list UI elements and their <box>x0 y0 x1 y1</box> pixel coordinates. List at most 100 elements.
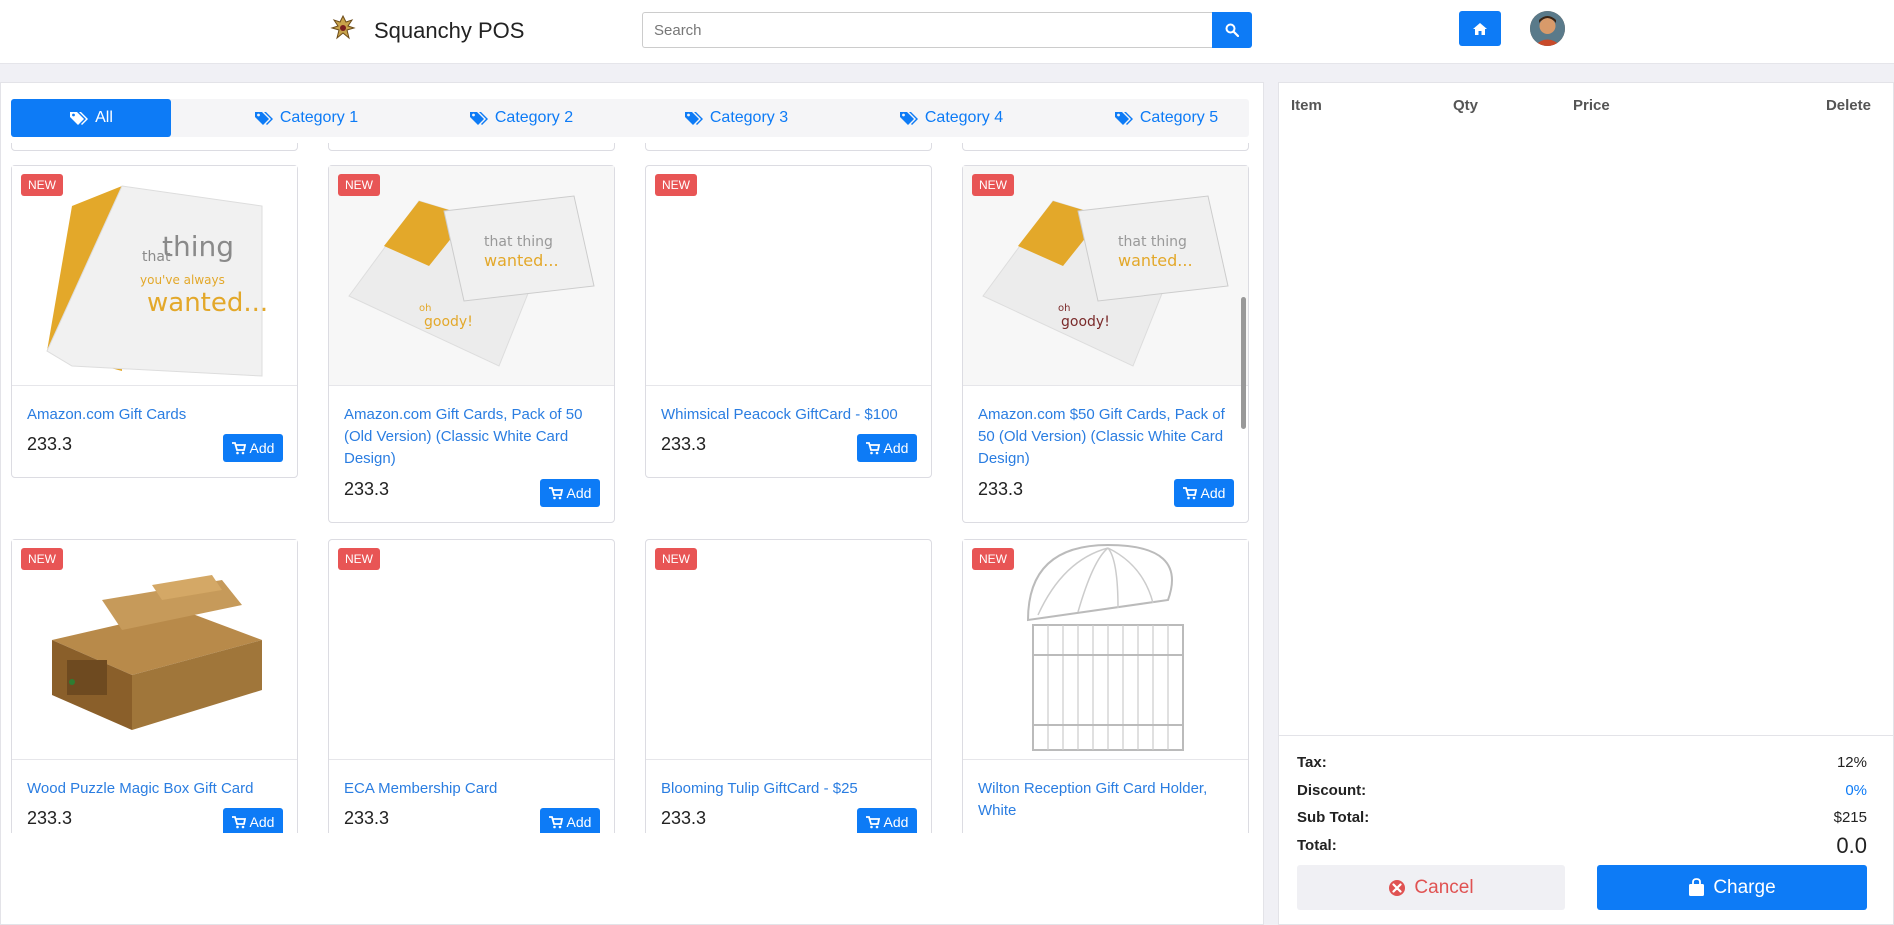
shopping-bag-icon <box>1689 878 1705 896</box>
add-to-cart-button[interactable]: Add <box>540 479 600 507</box>
product-card[interactable]: NEW Wilton Reception Gift Card Holder, W… <box>962 539 1249 833</box>
product-title[interactable]: ECA Membership Card <box>344 778 602 800</box>
tax-label: Tax: <box>1297 754 1327 771</box>
product-title[interactable]: Amazon.com Gift Cards <box>27 404 285 426</box>
product-card[interactable] <box>328 143 615 151</box>
tab-category-3[interactable]: Category 3 <box>656 99 816 137</box>
svg-text:that thing: that thing <box>1118 234 1187 250</box>
new-badge: NEW <box>21 174 63 196</box>
scrollbar[interactable] <box>1241 297 1246 429</box>
tab-category-2[interactable]: Category 2 <box>441 99 601 137</box>
cart-icon <box>231 441 246 454</box>
times-circle-icon <box>1389 879 1406 896</box>
tab-category-4[interactable]: Category 4 <box>871 99 1031 137</box>
product-card[interactable]: NEW Whimsical Peacock GiftCard - $100 23… <box>645 165 932 478</box>
product-image: NEW <box>646 540 931 760</box>
product-card[interactable]: NEW Blooming Tulip GiftCard - $25 233.3 … <box>645 539 932 833</box>
home-button[interactable] <box>1459 11 1501 46</box>
add-label: Add <box>249 440 275 456</box>
avatar[interactable] <box>1530 11 1565 46</box>
add-to-cart-button[interactable]: Add <box>540 808 600 833</box>
charge-button[interactable]: Charge <box>1597 865 1867 910</box>
tab-label: Category 1 <box>279 109 359 126</box>
add-to-cart-button[interactable]: Add <box>857 434 917 462</box>
product-image: NEW <box>329 540 614 760</box>
product-price: 233.3 <box>978 479 1024 499</box>
svg-text:wanted...: wanted... <box>147 288 268 318</box>
cart-icon <box>548 486 563 499</box>
product-image: NEW <box>963 540 1248 760</box>
cart-icon <box>1182 486 1197 499</box>
tab-label: Category 3 <box>709 109 789 126</box>
svg-text:goody!: goody! <box>424 314 473 330</box>
product-price: 233.3 <box>344 479 390 499</box>
product-grid[interactable]: that thing you've always wanted... NEW A… <box>1 143 1263 833</box>
charge-label: Charge <box>1713 876 1776 898</box>
new-badge: NEW <box>972 174 1014 196</box>
new-badge: NEW <box>338 174 380 196</box>
svg-text:oh: oh <box>419 303 431 314</box>
brand-title: Squanchy POS <box>374 18 525 43</box>
product-price: 233.3 <box>661 808 707 828</box>
wooden-box-icon <box>12 540 297 759</box>
product-card[interactable]: NEW ECA Membership Card 233.3 Add <box>328 539 615 833</box>
gift-card-folded-icon: that thing you've always wanted... <box>12 166 297 385</box>
search-icon <box>1225 23 1239 37</box>
add-label: Add <box>566 485 592 501</box>
tags-icon <box>469 112 488 125</box>
search-input[interactable] <box>642 12 1212 48</box>
tab-category-5[interactable]: Category 5 <box>1086 99 1246 137</box>
product-price: 233.3 <box>661 434 707 454</box>
add-to-cart-button[interactable]: Add <box>857 808 917 833</box>
discount-value[interactable]: 0% <box>1845 782 1867 799</box>
product-image: NEW <box>646 166 931 386</box>
discount-label: Discount: <box>1297 782 1367 799</box>
tab-label: Category 5 <box>1139 109 1219 126</box>
new-badge: NEW <box>655 548 697 570</box>
tab-label: All <box>95 109 113 126</box>
product-price: 233.3 <box>27 808 73 828</box>
tags-icon <box>70 112 89 125</box>
total-label: Total: <box>1297 837 1337 854</box>
cart-col-delete: Delete <box>1825 97 1871 114</box>
svg-text:wanted...: wanted... <box>1118 251 1193 270</box>
cart-col-price: Price <box>1573 97 1610 114</box>
cart-panel: Item Qty Price Delete Tax: 12% Discount:… <box>1278 82 1894 925</box>
logo-icon <box>330 14 356 40</box>
product-card[interactable] <box>11 143 298 151</box>
cancel-button[interactable]: Cancel <box>1297 865 1565 910</box>
add-label: Add <box>566 814 592 830</box>
add-label: Add <box>883 814 909 830</box>
product-title[interactable]: Blooming Tulip GiftCard - $25 <box>661 778 919 800</box>
product-title[interactable]: Wood Puzzle Magic Box Gift Card <box>27 778 285 800</box>
product-image: that thing you've always wanted... NEW <box>12 166 297 386</box>
product-card[interactable]: that thing wanted... oh goody! NEW Amazo… <box>328 165 615 523</box>
product-card[interactable] <box>645 143 932 151</box>
product-image: NEW <box>12 540 297 760</box>
product-price: 233.3 <box>344 808 390 828</box>
new-badge: NEW <box>972 548 1014 570</box>
product-title[interactable]: Amazon.com $50 Gift Cards, Pack of 50 (O… <box>978 404 1236 470</box>
product-card[interactable]: that thing wanted... oh goody! NEW Amazo… <box>962 165 1249 523</box>
search-button[interactable] <box>1212 12 1252 48</box>
svg-text:thing: thing <box>162 230 234 263</box>
top-bar: Squanchy POS <box>0 0 1894 64</box>
product-card[interactable]: that thing you've always wanted... NEW A… <box>11 165 298 478</box>
add-to-cart-button[interactable]: Add <box>223 808 283 833</box>
add-to-cart-button[interactable]: Add <box>223 434 283 462</box>
tab-category-1[interactable]: Category 1 <box>226 99 386 137</box>
product-card[interactable] <box>962 143 1249 151</box>
product-title[interactable]: Amazon.com Gift Cards, Pack of 50 (Old V… <box>344 404 602 470</box>
add-to-cart-button[interactable]: Add <box>1174 479 1234 507</box>
product-image: that thing wanted... oh goody! NEW <box>963 166 1248 386</box>
category-tabs: All Category 1 Category 2 Category 3 Cat… <box>11 99 1249 137</box>
add-label: Add <box>1200 485 1226 501</box>
product-panel: All Category 1 Category 2 Category 3 Cat… <box>0 82 1264 925</box>
total-value: 0.0 <box>1836 833 1867 858</box>
tax-value: 12% <box>1836 754 1867 771</box>
product-card[interactable]: NEW Wood Puzzle Magic Box Gift Card 233.… <box>11 539 298 833</box>
product-title[interactable]: Whimsical Peacock GiftCard - $100 <box>661 404 919 426</box>
product-title[interactable]: Wilton Reception Gift Card Holder, White <box>978 778 1236 822</box>
tab-all[interactable]: All <box>11 99 171 137</box>
product-image: that thing wanted... oh goody! NEW <box>329 166 614 386</box>
